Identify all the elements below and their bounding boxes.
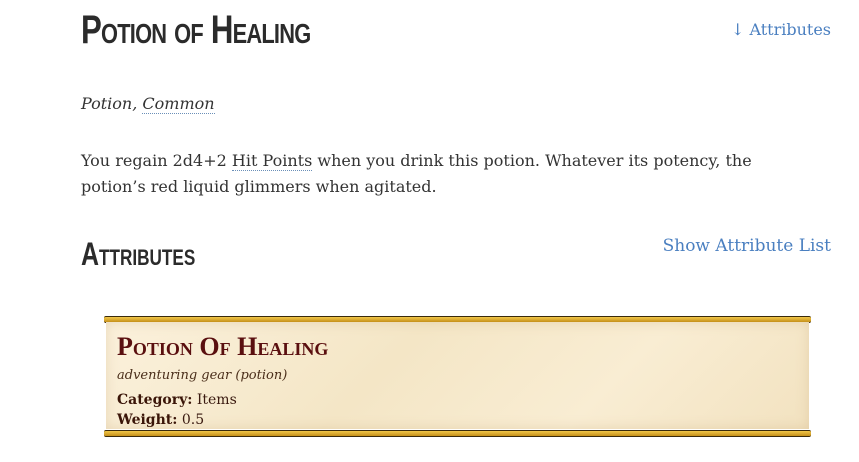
hit-points-link[interactable]: Hit Points	[231, 151, 313, 171]
item-statblock: Potion Of Healing adventuring gear (poti…	[104, 316, 811, 437]
weight-label: Weight:	[117, 412, 178, 428]
weight-value: 0.5	[177, 412, 205, 428]
show-attribute-list-link[interactable]: Show Attribute List	[663, 236, 831, 256]
item-type: Potion,	[81, 94, 143, 113]
category-label: Category:	[117, 392, 193, 408]
description-text-before: You regain 2d4+2	[81, 151, 232, 170]
statblock-parchment: Potion Of Healing adventuring gear (poti…	[106, 322, 809, 429]
item-subtype: Potion, Common	[81, 94, 215, 114]
statblock-weight: Weight: 0.5	[117, 412, 204, 428]
statblock-category: Category: Items	[117, 392, 237, 408]
page-title: Potion of Healing	[81, 8, 311, 52]
category-value: Items	[192, 392, 237, 408]
statblock-bottom-bar	[104, 430, 811, 437]
attributes-heading: Attributes	[81, 236, 196, 272]
rarity-link[interactable]: Common	[142, 94, 215, 114]
statblock-subtitle: adventuring gear (potion)	[117, 368, 288, 383]
statblock-title: Potion Of Healing	[117, 332, 329, 361]
item-description: You regain 2d4+2 Hit Points when you dri…	[81, 148, 781, 200]
jump-to-attributes-link[interactable]: ↓ Attributes	[731, 20, 831, 39]
